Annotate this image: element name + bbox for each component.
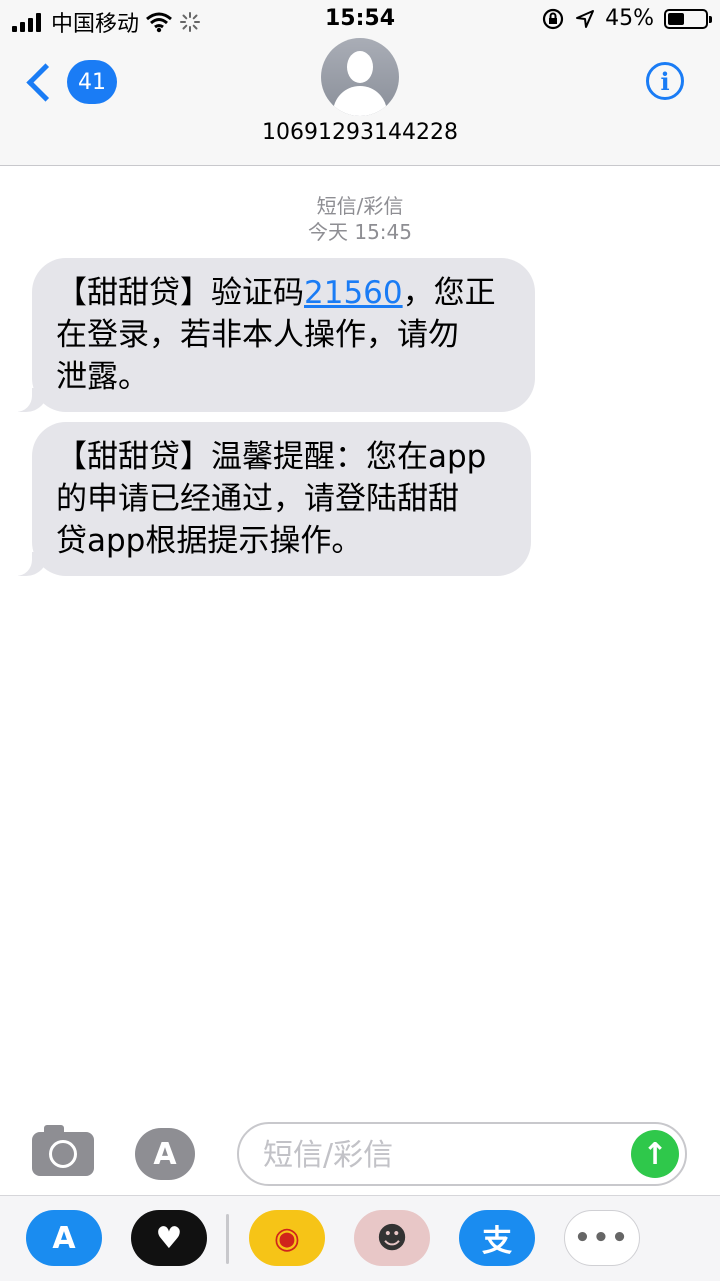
message-line: 泄露。	[56, 359, 149, 395]
drawer-divider	[226, 1214, 229, 1264]
camera-icon[interactable]	[32, 1125, 94, 1176]
message-line: 【甜甜贷】验证码21560，您正	[56, 275, 496, 311]
message-bubble[interactable]: 【甜甜贷】温馨提醒：您在app 的申请已经通过，请登陆甜甜 贷app根据提示操作…	[10, 422, 531, 576]
compose-bar: A ↑	[0, 1110, 720, 1195]
weibo-icon[interactable]: ◉	[249, 1210, 325, 1266]
heart-icon[interactable]: ♥	[131, 1210, 207, 1266]
battery-level-fill	[668, 12, 684, 25]
contact-name[interactable]: 10691293144228	[0, 120, 720, 145]
message-field[interactable]: ↑	[237, 1122, 687, 1186]
location-arrow-icon	[576, 9, 595, 28]
camera-lens	[49, 1140, 77, 1168]
appstore-icon[interactable]: A	[26, 1210, 102, 1266]
status-bar: 中国移动 15:54 45%	[0, 0, 720, 40]
thread-service-label: 短信/彩信	[316, 194, 404, 218]
verification-code-link[interactable]: 21560	[304, 275, 403, 311]
status-right: 45%	[541, 6, 712, 31]
info-button[interactable]: i	[646, 62, 684, 100]
back-button[interactable]: 41	[22, 60, 117, 104]
conversation-header: 中国移动 15:54 45% 41 10691293144228 i	[0, 0, 720, 166]
more-icon[interactable]: •••	[564, 1210, 640, 1266]
unread-count-badge: 41	[67, 60, 117, 104]
sticker-icon[interactable]: ☻	[354, 1210, 430, 1266]
thread-timestamp: 今天 15:45	[308, 220, 412, 244]
battery-icon	[664, 8, 712, 29]
alipay-icon[interactable]: 支	[459, 1210, 535, 1266]
appstore-button[interactable]: A	[135, 1128, 195, 1180]
message-bubble[interactable]: 【甜甜贷】验证码21560，您正 在登录，若非本人操作，请勿 泄露。	[10, 258, 535, 412]
message-input[interactable]	[261, 1132, 625, 1178]
orientation-lock-icon	[542, 8, 564, 29]
person-head-icon	[347, 51, 373, 83]
message-line: 在登录，若非本人操作，请勿	[56, 317, 459, 353]
send-button[interactable]: ↑	[631, 1130, 679, 1178]
person-body-icon	[333, 86, 387, 116]
bubble-tail	[10, 548, 48, 576]
message-line: 的申请已经通过，请登陆甜甜	[56, 481, 459, 517]
contact-avatar[interactable]	[321, 38, 399, 116]
battery-percent: 45%	[605, 6, 654, 31]
bubble-tail	[10, 384, 48, 412]
chevron-left-icon	[26, 62, 65, 102]
message-line: 【甜甜贷】温馨提醒：您在app	[56, 439, 487, 475]
app-drawer: A ♥ ◉ ☻ 支 •••	[0, 1195, 720, 1281]
message-line: 贷app根据提示操作。	[56, 523, 363, 559]
